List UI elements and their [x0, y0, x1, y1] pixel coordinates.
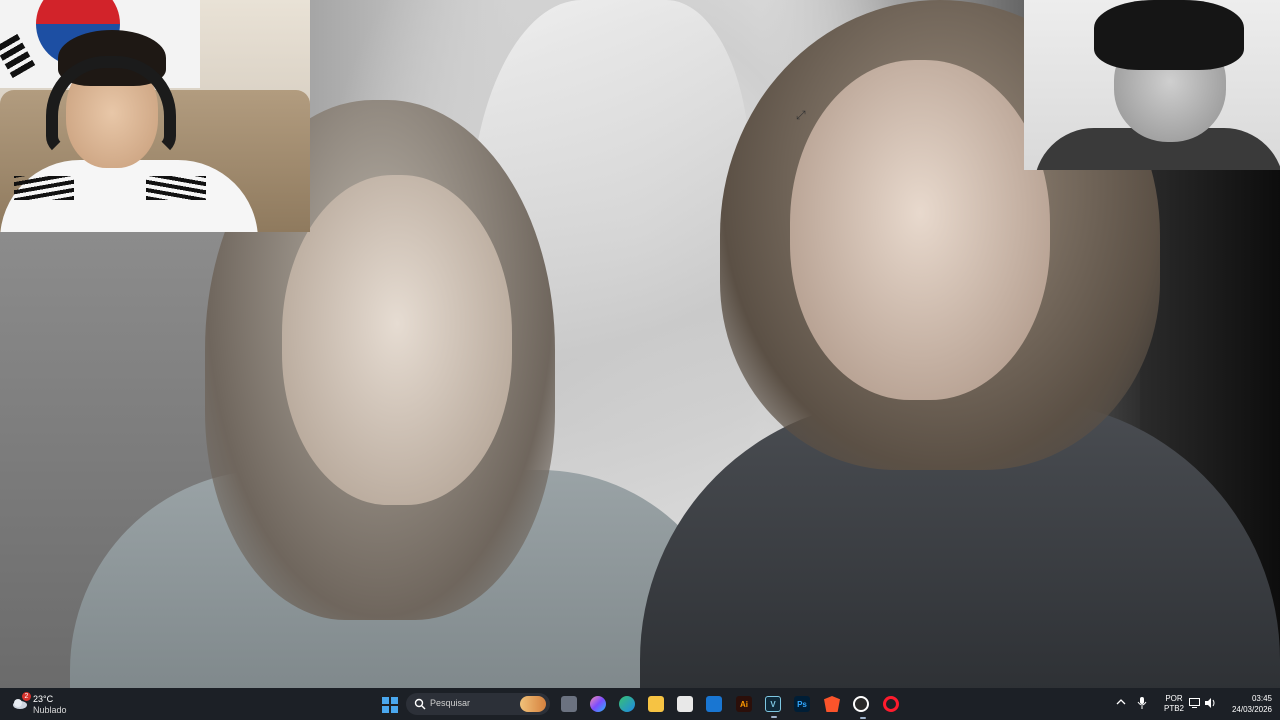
edge-icon[interactable]: [619, 696, 635, 712]
reference-hair: [1094, 0, 1244, 70]
windows-logo-icon: [382, 706, 389, 713]
headphones: [46, 56, 176, 156]
search-highlight-icon: [520, 696, 546, 712]
weather-widget[interactable]: 2 23°C Nublado: [12, 692, 102, 716]
search-placeholder: Pesquisar: [430, 698, 471, 708]
shirt-stripes-right: [146, 176, 206, 200]
clock-date: 24/03/2026: [1231, 705, 1272, 714]
flag-trigram: [0, 33, 36, 79]
webcam-overlay: [0, 0, 310, 232]
copilot-icon[interactable]: [590, 696, 606, 712]
illustrator-icon[interactable]: Ai: [736, 696, 752, 712]
opera-icon[interactable]: [883, 696, 899, 712]
shirt-stripes-left: [14, 176, 74, 200]
resize-cursor-icon: ⤢: [796, 108, 806, 122]
task-view-icon[interactable]: [561, 696, 577, 712]
keyboard-layout: PTB2: [1163, 704, 1184, 713]
search-input[interactable]: Pesquisar: [406, 693, 550, 715]
search-icon: [414, 698, 426, 710]
brave-icon[interactable]: [824, 696, 840, 712]
vegas-icon[interactable]: V: [765, 696, 781, 718]
chevron-up-icon[interactable]: [1116, 697, 1126, 707]
photoshop-icon[interactable]: Ps: [794, 696, 810, 712]
microphone-icon[interactable]: [1137, 697, 1147, 709]
windows-logo-icon: [382, 697, 389, 704]
microsoft-store-icon[interactable]: [677, 696, 693, 712]
start-button[interactable]: [382, 697, 398, 713]
clock-time: 03:45: [1251, 694, 1272, 703]
taskbar: 2 23°C Nublado Pesquisar Ai V Ps POR PTB…: [0, 688, 1280, 720]
system-clock[interactable]: 03:45 24/03/2026: [1222, 693, 1272, 715]
windows-logo-icon: [391, 706, 398, 713]
woman-left-face: [282, 175, 512, 505]
volume-icon[interactable]: [1204, 697, 1216, 709]
weather-temperature: 23°C: [33, 694, 54, 704]
woman-right-face: [790, 60, 1050, 400]
file-explorer-icon[interactable]: [648, 696, 664, 712]
network-icon[interactable]: [1189, 698, 1200, 708]
language-indicator[interactable]: POR PTB2: [1160, 694, 1188, 714]
screen: ⤢ 2 23°C Nublado Pesquisar Ai V Ps POR P…: [0, 0, 1280, 720]
language-code: POR: [1165, 694, 1183, 703]
weather-condition: Nublado: [33, 705, 67, 715]
reference-photo-overlay: [1024, 0, 1280, 170]
weather-badge: 2: [22, 692, 31, 701]
outlook-icon[interactable]: [706, 696, 722, 712]
obs-icon[interactable]: [853, 696, 869, 719]
windows-logo-icon: [391, 697, 398, 704]
